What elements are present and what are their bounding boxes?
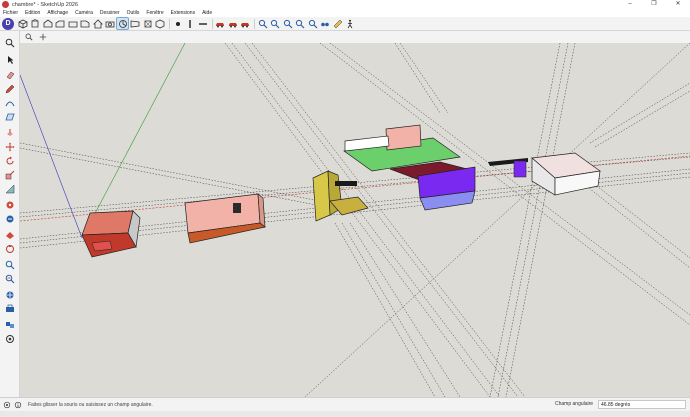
menu-affichage[interactable]: Affichage: [47, 10, 68, 16]
field-of-view-icon[interactable]: [116, 17, 129, 30]
zoom-icon[interactable]: [3, 259, 16, 271]
magnify-icon[interactable]: [257, 18, 268, 29]
component-icon[interactable]: [3, 319, 16, 331]
orbit-icon[interactable]: [3, 243, 16, 255]
select-arrow-icon[interactable]: [3, 54, 16, 66]
sketchup-logo-icon: [2, 1, 9, 8]
menu-fenetre[interactable]: Fenêtre: [146, 10, 163, 16]
main-toolbar: D: [0, 17, 690, 31]
menu-camera[interactable]: Caméra: [75, 10, 93, 16]
maximize-button[interactable]: ❐: [642, 0, 666, 9]
tape-measure-icon[interactable]: [3, 199, 16, 211]
wireframe-icon[interactable]: [155, 18, 166, 29]
info-icon[interactable]: [14, 401, 22, 409]
line-icon[interactable]: [185, 18, 196, 29]
menu-outils[interactable]: Outils: [127, 10, 140, 16]
bar-icon[interactable]: [197, 18, 208, 29]
viewport-header: [20, 31, 690, 43]
scene-drawing: [20, 43, 690, 397]
glasses-icon[interactable]: [320, 18, 331, 29]
walk-icon[interactable]: [345, 18, 356, 29]
brand-button[interactable]: D: [2, 17, 14, 30]
minimize-button[interactable]: –: [618, 0, 642, 9]
left-view-icon[interactable]: [80, 18, 91, 29]
perspective-icon[interactable]: [130, 18, 141, 29]
paint-bucket-icon[interactable]: [3, 229, 16, 241]
car-icon-2[interactable]: [227, 18, 238, 29]
bottom-strip: [0, 411, 690, 417]
push-pull-icon[interactable]: [3, 127, 16, 139]
window-title: chambre* - SketchUp 2026: [12, 1, 79, 8]
close-button[interactable]: ✕: [666, 0, 690, 9]
menu-extensions[interactable]: Extensions: [171, 10, 195, 16]
toolbar-separator: [169, 18, 170, 29]
magnify-icon-2[interactable]: [270, 18, 281, 29]
magnify-icon-5[interactable]: [307, 18, 318, 29]
xray-icon[interactable]: [142, 18, 153, 29]
geolocation-icon[interactable]: [3, 401, 11, 409]
text-icon[interactable]: [3, 213, 16, 225]
rotate-icon[interactable]: [3, 155, 16, 167]
pencil-icon[interactable]: [3, 83, 16, 95]
scale-icon[interactable]: [3, 169, 16, 181]
toolbar-separator: [254, 18, 255, 29]
layers-icon[interactable]: [3, 333, 16, 345]
menu-fichier[interactable]: Fichier: [3, 10, 18, 16]
title-bar: chambre* - SketchUp 2026 – ❐ ✕: [0, 0, 690, 9]
home-icon[interactable]: [92, 18, 103, 29]
menu-dessiner[interactable]: Dessiner: [100, 10, 120, 16]
magnify-icon-3[interactable]: [282, 18, 293, 29]
window-controls: – ❐ ✕: [618, 0, 690, 9]
iso-view-icon[interactable]: [17, 18, 28, 29]
left-toolbar: [0, 31, 20, 397]
measurements-input[interactable]: 46.85 degrés: [598, 400, 686, 409]
toolbar-separator: [211, 18, 213, 29]
eraser-icon[interactable]: [3, 69, 16, 81]
offset-icon[interactable]: [3, 183, 16, 195]
dot-icon[interactable]: [172, 18, 183, 29]
status-bar: Faites glisser la souris ou saisissez un…: [0, 397, 690, 411]
menu-aide[interactable]: Aide: [202, 10, 212, 16]
search-icon[interactable]: [3, 37, 16, 49]
right-view-icon[interactable]: [55, 18, 66, 29]
arc-icon[interactable]: [3, 97, 16, 109]
model-room-2: [184, 193, 266, 244]
menu-edition[interactable]: Edition: [25, 10, 40, 16]
measurements-label: Champ angulaire: [555, 401, 594, 407]
front-view-icon[interactable]: [42, 18, 53, 29]
back-view-icon[interactable]: [67, 18, 78, 29]
rectangle-icon[interactable]: [3, 111, 16, 123]
green-axis: [81, 43, 186, 239]
magnify-icon-4[interactable]: [295, 18, 306, 29]
menu-bar: Fichier Edition Affichage Caméra Dessine…: [0, 9, 690, 17]
extension-icon[interactable]: [3, 303, 16, 315]
car-icon[interactable]: [215, 18, 226, 29]
top-view-icon[interactable]: [30, 18, 41, 29]
model-room-3: [312, 170, 369, 222]
plus-icon[interactable]: [38, 32, 48, 42]
zoom-extents-icon[interactable]: [3, 273, 16, 285]
modeling-viewport[interactable]: [20, 43, 690, 397]
model-room-1: [81, 210, 141, 258]
camera-icon[interactable]: [105, 18, 116, 29]
status-hint: Faites glisser la souris ou saisissez un…: [28, 401, 153, 408]
blue-axis: [20, 74, 83, 239]
section-plane-icon[interactable]: [3, 289, 16, 301]
search-icon[interactable]: [24, 32, 34, 42]
car-icon-3[interactable]: [240, 18, 251, 29]
ruler-icon[interactable]: [332, 18, 343, 29]
move-icon[interactable]: [3, 141, 16, 153]
